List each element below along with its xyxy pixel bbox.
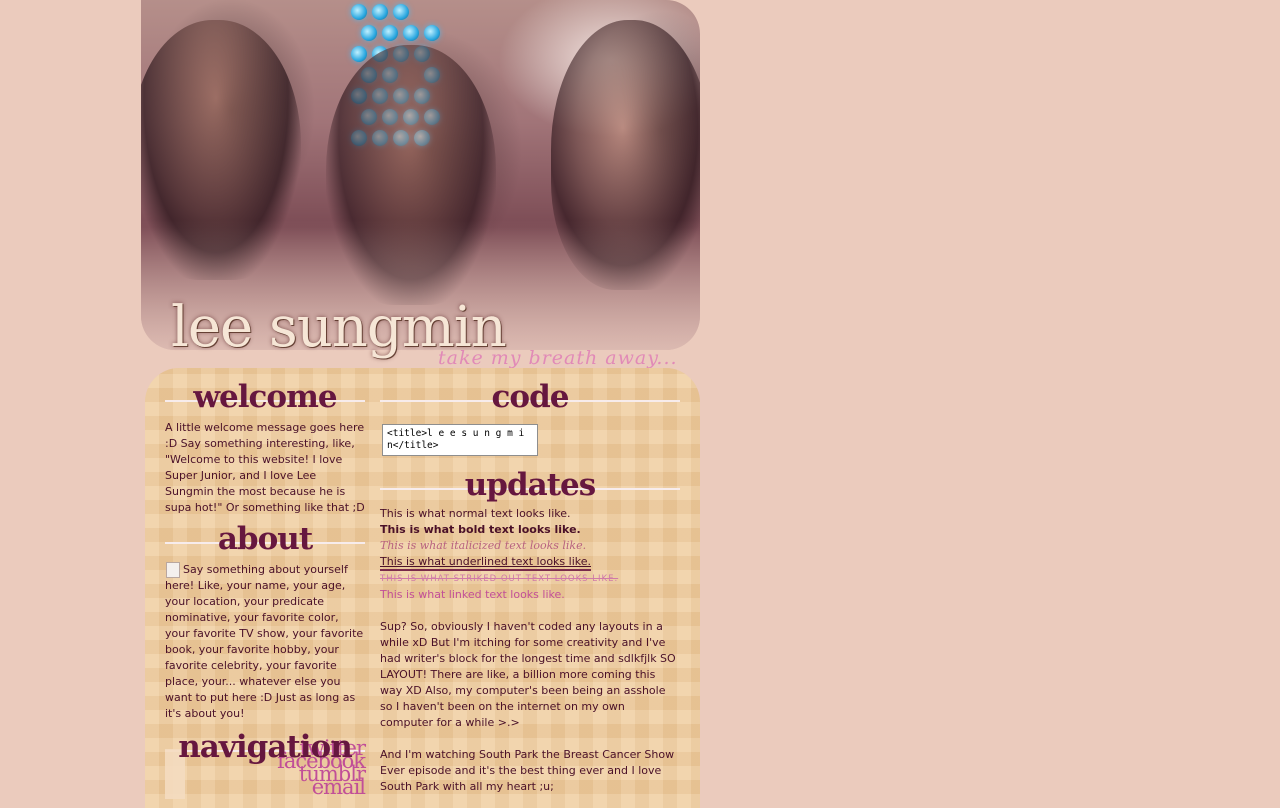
stage-light-dot [351, 4, 367, 20]
stage-light-dot [361, 25, 377, 41]
bold-text-sample: This is what bold text looks like. [380, 522, 680, 538]
updates-body: This is what normal text looks like. Thi… [380, 506, 680, 795]
left-column: welcome A little welcome message goes he… [165, 378, 365, 766]
italic-text-sample: This is what italicized text looks like. [380, 538, 680, 554]
welcome-heading: welcome [165, 378, 365, 416]
content-box: welcome A little welcome message goes he… [145, 368, 700, 808]
about-heading: about [165, 520, 365, 558]
broken-image-icon [166, 562, 180, 578]
normal-text-sample: This is what normal text looks like. [380, 506, 680, 522]
stage-light-dot [403, 25, 419, 41]
layout-code-textarea[interactable]: <title>l e e s u n g m i n</title> [382, 424, 538, 456]
stage-light-dot [372, 4, 388, 20]
site-tagline: take my breath away... [438, 347, 678, 369]
nav-link-email[interactable]: email [277, 781, 365, 794]
link-text-sample[interactable]: This is what linked text looks like. [380, 587, 680, 603]
updates-heading: updates [380, 466, 680, 504]
update-paragraph-2: And I'm watching South Park the Breast C… [380, 747, 680, 795]
content-heading: content [380, 801, 680, 808]
strike-text-sample: This is what striked out text looks like… [380, 571, 680, 587]
stage-light-dot [393, 4, 409, 20]
about-section: Say something about yourself here! Like,… [165, 562, 365, 722]
stage-light-dot [424, 25, 440, 41]
right-column: code <title>l e e s u n g m i n</title> … [380, 378, 680, 808]
stage-light-dot [351, 46, 367, 62]
stage-light-dot [382, 25, 398, 41]
update-paragraph-1: Sup? So, obviously I haven't coded any l… [380, 619, 680, 731]
welcome-text: A little welcome message goes here :D Sa… [165, 420, 365, 516]
underline-text-sample: This is what underlined text looks like. [380, 555, 591, 571]
code-heading: code [380, 378, 680, 416]
navigation-heading: navigation [165, 728, 365, 766]
about-text: Say something about yourself here! Like,… [165, 563, 363, 720]
